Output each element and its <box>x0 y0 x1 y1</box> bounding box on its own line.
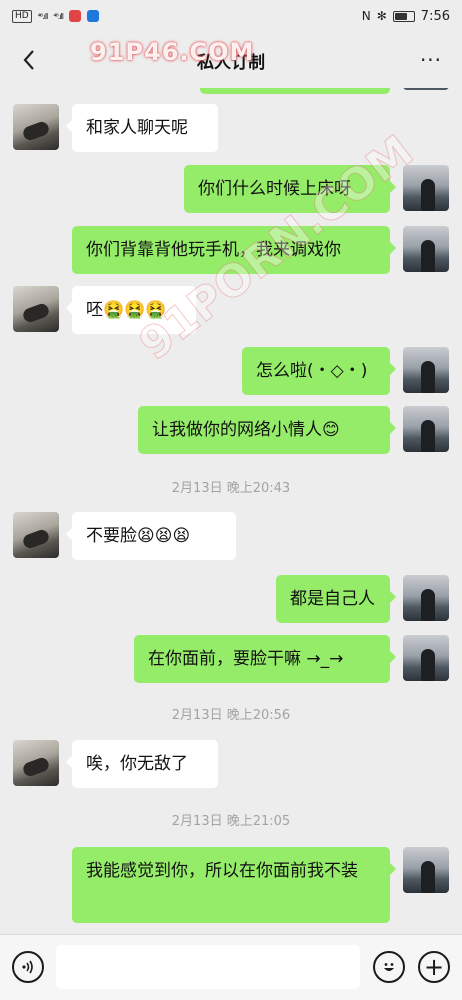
contact-avatar[interactable] <box>13 104 59 150</box>
message-bubble[interactable]: 怎么啦(・◇・) <box>242 347 396 395</box>
shield-icon <box>86 10 99 22</box>
message-timestamp: 2月13日 晚上20:43 <box>171 481 291 496</box>
input-bar: + <box>0 934 462 1000</box>
avatar-figure <box>421 861 435 893</box>
message-bubble[interactable]: 不要脸😫😫😫 <box>66 512 236 560</box>
message-bubble[interactable]: 唉，你无敌了 <box>66 740 218 788</box>
message-bubble[interactable]: 让我做你的网络小情人😊 <box>138 406 396 454</box>
battery-level <box>394 12 407 20</box>
avatar-figure <box>421 649 435 681</box>
my-avatar[interactable] <box>403 635 449 681</box>
plus-button[interactable]: + <box>418 951 450 983</box>
avatar-figure <box>21 755 51 779</box>
status-time: 7:56 <box>420 8 450 24</box>
chat-screen: HD ⁴⁶.ıll ⁴⁶.ıll N ✻ 7:56 私人订制 ··· 和家人聊天… <box>0 0 462 1000</box>
status-bar: HD ⁴⁶.ıll ⁴⁶.ıll N ✻ 7:56 <box>0 0 462 32</box>
message-bubble[interactable]: 和家人聊天呢 <box>66 104 218 152</box>
previous-message-bubble <box>200 88 390 94</box>
my-avatar[interactable] <box>403 406 449 452</box>
avatar-figure <box>421 589 435 621</box>
previous-message-avatar <box>403 88 449 90</box>
message-timestamp: 2月13日 晚上20:56 <box>171 708 291 723</box>
more-button[interactable]: ··· <box>414 44 448 76</box>
bluetooth-icon: ✻ <box>376 9 387 23</box>
back-button[interactable] <box>14 44 44 76</box>
voice-icon <box>22 960 33 974</box>
avatar-figure <box>421 179 435 211</box>
my-avatar[interactable] <box>403 575 449 621</box>
signal-icon-2: ⁴⁶.ıll <box>53 11 64 21</box>
nfc-icon: N <box>361 9 371 23</box>
avatar-figure <box>421 240 435 272</box>
battery-icon <box>392 10 415 22</box>
more-dots-icon: ··· <box>419 48 443 72</box>
message-bubble[interactable]: 我能感觉到你，所以在你面前我不装 <box>72 847 396 923</box>
contact-avatar[interactable] <box>13 740 59 786</box>
plus-icon: + <box>423 953 445 981</box>
hd-indicator: HD <box>12 9 32 23</box>
avatar-figure <box>21 119 51 143</box>
message-timestamp: 2月13日 晚上21:05 <box>171 814 291 829</box>
watermark-top: 91P46.COM <box>90 38 255 66</box>
avatar-figure <box>21 301 51 325</box>
avatar-figure <box>21 527 51 551</box>
contact-avatar[interactable] <box>13 512 59 558</box>
emoji-button[interactable] <box>373 951 405 983</box>
message-bubble[interactable]: 在你面前，要脸干嘛 →_→ <box>134 635 396 683</box>
message-bubble[interactable]: 都是自己人 <box>276 575 396 623</box>
avatar-figure <box>421 420 435 452</box>
signal-icon: ⁴⁶.ıll <box>37 11 49 21</box>
avatar-figure <box>421 361 435 393</box>
my-avatar[interactable] <box>403 847 449 893</box>
chevron-left-icon <box>23 50 34 70</box>
contact-avatar[interactable] <box>13 286 59 332</box>
message-input[interactable] <box>56 945 360 989</box>
voice-button[interactable] <box>12 951 44 983</box>
my-avatar[interactable] <box>403 226 449 272</box>
my-avatar[interactable] <box>403 347 449 393</box>
status-left: HD ⁴⁶.ıll ⁴⁶.ıll <box>12 9 99 23</box>
message-list: 和家人聊天呢 你们什么时候上床呀 你们背靠背他玩手机，我来调戏你 呸🤮🤮🤮 怎么啦(・◇… <box>0 88 462 934</box>
emoji-icon <box>384 963 394 971</box>
status-right: N ✻ 7:56 <box>362 9 450 24</box>
notification-app-icon <box>68 10 81 22</box>
